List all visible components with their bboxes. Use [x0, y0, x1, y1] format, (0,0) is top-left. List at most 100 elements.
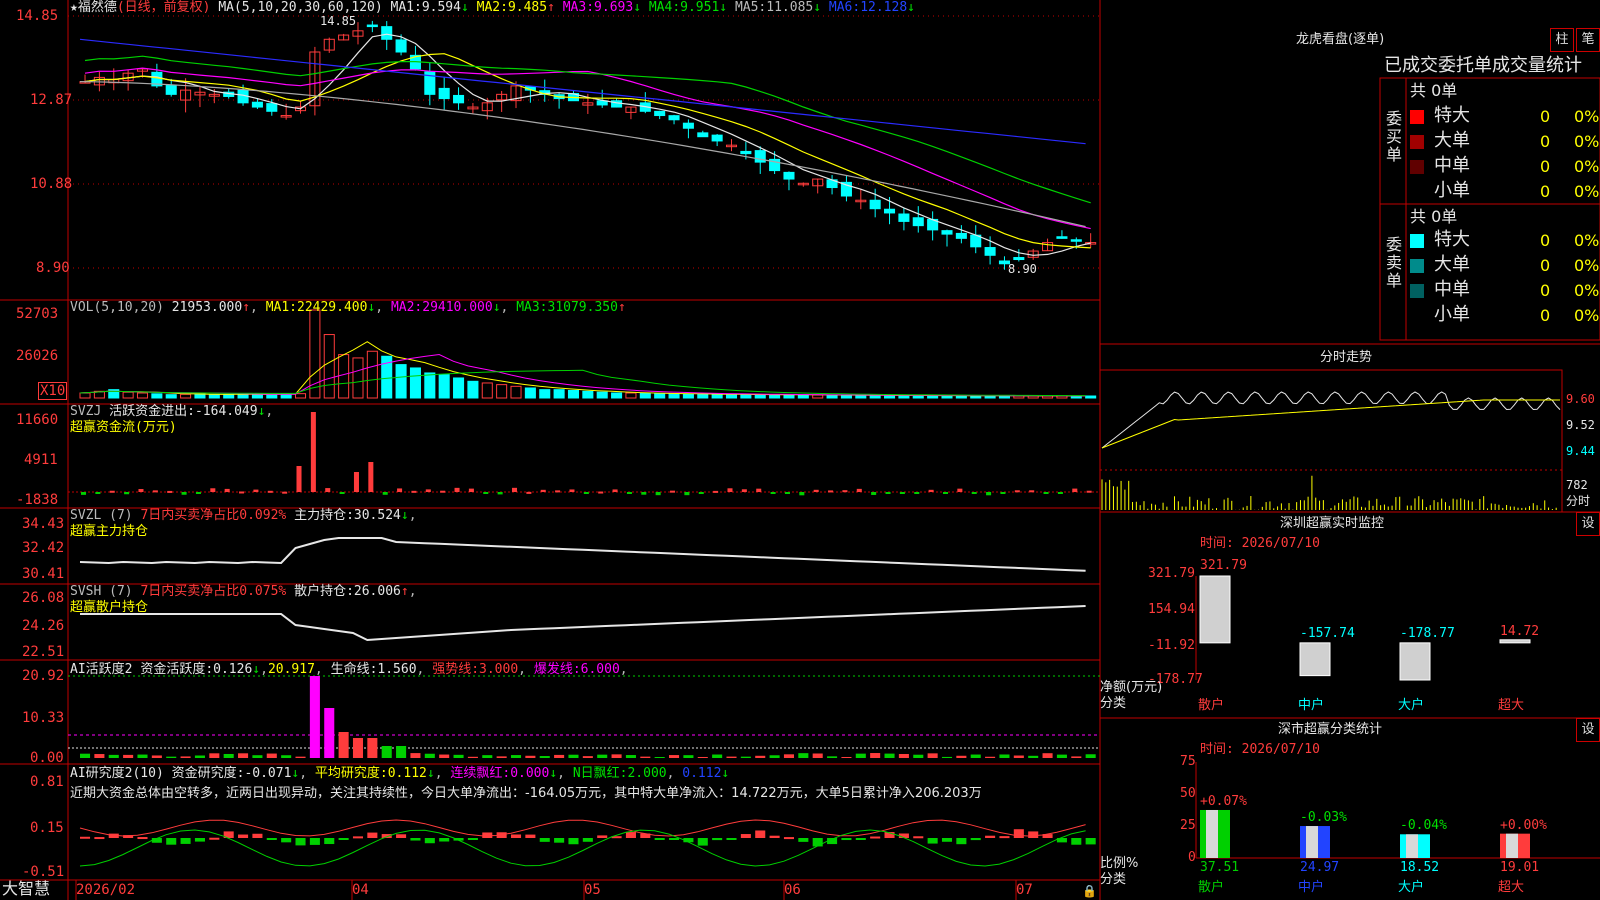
ai-research-bar: [870, 836, 881, 839]
tick-mode-button[interactable]: 笔: [1576, 28, 1600, 52]
fund-flow-bar: [713, 490, 719, 493]
buy-row-count: 0: [1540, 132, 1551, 151]
sz-monitor-bar: [1399, 642, 1431, 681]
vol-ma3-arrow: ↑: [617, 300, 626, 315]
fund-flow-bars: [68, 412, 1100, 496]
vol-value: 21953.000: [171, 300, 243, 315]
ai-active-bar: [941, 756, 953, 758]
stock-name[interactable]: ★福然德: [70, 0, 117, 15]
fund-flow-bar: [684, 492, 690, 496]
sz-stats-settings-button[interactable]: 设: [1576, 718, 1600, 742]
ai-research-bar: [180, 838, 191, 844]
sz-monitor-y-tick-1: 321.79: [1148, 566, 1195, 581]
ai-active-bar: [539, 756, 550, 758]
svzj-subtitle: 超赢资金流(万元): [70, 420, 177, 435]
volume-bar: [567, 389, 580, 399]
ai-research-bar: [769, 835, 780, 838]
svzj-y-tick-2: 4911: [24, 452, 58, 468]
fund-flow-bar: [540, 489, 546, 492]
ai-active-bar: [956, 755, 967, 758]
fund-flow-bar: [942, 492, 948, 494]
volume-bar: [165, 394, 177, 399]
fund-flow-bar: [267, 490, 273, 493]
candle-body: [884, 208, 896, 214]
lock-icon[interactable]: 🔒: [1082, 884, 1097, 898]
ai-research-bar: [338, 838, 349, 840]
strong-value: 3.000: [479, 662, 519, 677]
ai-active-bar: [352, 738, 364, 758]
ai-research-bar: [798, 838, 809, 842]
volume-bar: [639, 392, 651, 399]
fund-flow-bar: [612, 489, 618, 492]
sell-row-count: 0: [1540, 231, 1551, 250]
ai-active-bar: [1028, 755, 1039, 758]
life-label: 生命线:: [330, 662, 378, 677]
vol-ma1-value: 22429.400: [297, 300, 368, 315]
chart-canvas[interactable]: [0, 0, 1600, 900]
sell-row-count: 0: [1540, 306, 1551, 325]
candle-body: [1056, 236, 1068, 239]
ai-research-bar: [209, 837, 220, 840]
candle-body: [1013, 257, 1025, 261]
ma5-label: MA5:: [734, 0, 767, 15]
sz-stats-category: 大户: [1398, 880, 1425, 895]
sell-row-label: 小单: [1434, 304, 1470, 325]
volume-bar: [539, 389, 551, 399]
ai-active-bar: [266, 753, 277, 758]
fund-flow-bar: [784, 492, 790, 494]
sell-row-label: 中单: [1434, 279, 1470, 300]
fund-flow-bar: [468, 488, 474, 492]
ai-active-bar: [913, 754, 924, 758]
burst-value: 6.000: [580, 662, 620, 677]
n-red-value: 2.000: [627, 766, 667, 781]
volume-bar: [1085, 395, 1097, 399]
retail-position-line: [80, 605, 1086, 642]
bar-mode-button[interactable]: 柱: [1550, 28, 1574, 52]
sz-stats-bar-highlight: [1506, 833, 1518, 858]
fund-flow-bar: [325, 488, 331, 492]
period-label[interactable]: (日线，前复权): [117, 0, 211, 15]
fund-flow-bar: [741, 489, 747, 492]
ai-research-title: AI研究度2(10): [70, 766, 164, 781]
ai-research-bar: [439, 838, 450, 842]
fund-flow-bar: [411, 490, 417, 493]
sz-monitor-settings-button[interactable]: 设: [1576, 512, 1600, 536]
fund-flow-bar: [526, 491, 532, 494]
sz-monitor-xlabel: 分类: [1100, 696, 1127, 711]
fund-flow-bar: [310, 412, 316, 492]
vol-y-tick-1: 52703: [16, 306, 59, 322]
candle-body: [1070, 239, 1082, 242]
fund-flow-bar: [353, 472, 359, 492]
sz-stats-y-tick-4: 0: [1188, 850, 1196, 865]
ma4-label: MA4:: [648, 0, 681, 15]
ai-research-bar: [941, 838, 953, 842]
volume-bar: [855, 394, 867, 399]
ai-research-bar: [841, 838, 852, 841]
volume-bar: [582, 390, 594, 399]
ai-active-bar: [453, 754, 464, 758]
buy-row-pct: 0%: [1574, 182, 1600, 201]
volume-bar: [826, 394, 838, 399]
candle-body: [395, 39, 407, 53]
vol-unit-x10[interactable]: X10: [38, 382, 68, 400]
sell-total: 共 0单: [1410, 207, 1458, 226]
fund-flow-bar: [727, 488, 733, 492]
fund-flow-bar: [928, 489, 934, 492]
ma4-value: 9.951: [680, 0, 720, 15]
fund-flow-bar: [124, 492, 130, 495]
ai-active-bar: [525, 755, 536, 758]
ai-active-title: AI活跃度2: [70, 662, 133, 677]
sz-monitor-bar-value: 14.72: [1500, 624, 1540, 639]
svzj-value: -164.049: [194, 404, 258, 419]
svsh-ratio: 7日内买卖净占比0.075%: [140, 584, 287, 599]
fund-flow-bar: [1000, 492, 1006, 494]
sz-monitor-bar: [1499, 639, 1531, 644]
avg-arrow: ↓: [426, 766, 435, 781]
fund-flow-bar: [856, 488, 862, 492]
ai-active-bar: [80, 753, 91, 758]
fund-flow-bar: [770, 492, 776, 494]
volume-bar: [323, 334, 335, 399]
volume-bar: [725, 393, 738, 399]
volume-bar: [596, 391, 608, 399]
sell-row-pct: 0%: [1574, 231, 1600, 250]
